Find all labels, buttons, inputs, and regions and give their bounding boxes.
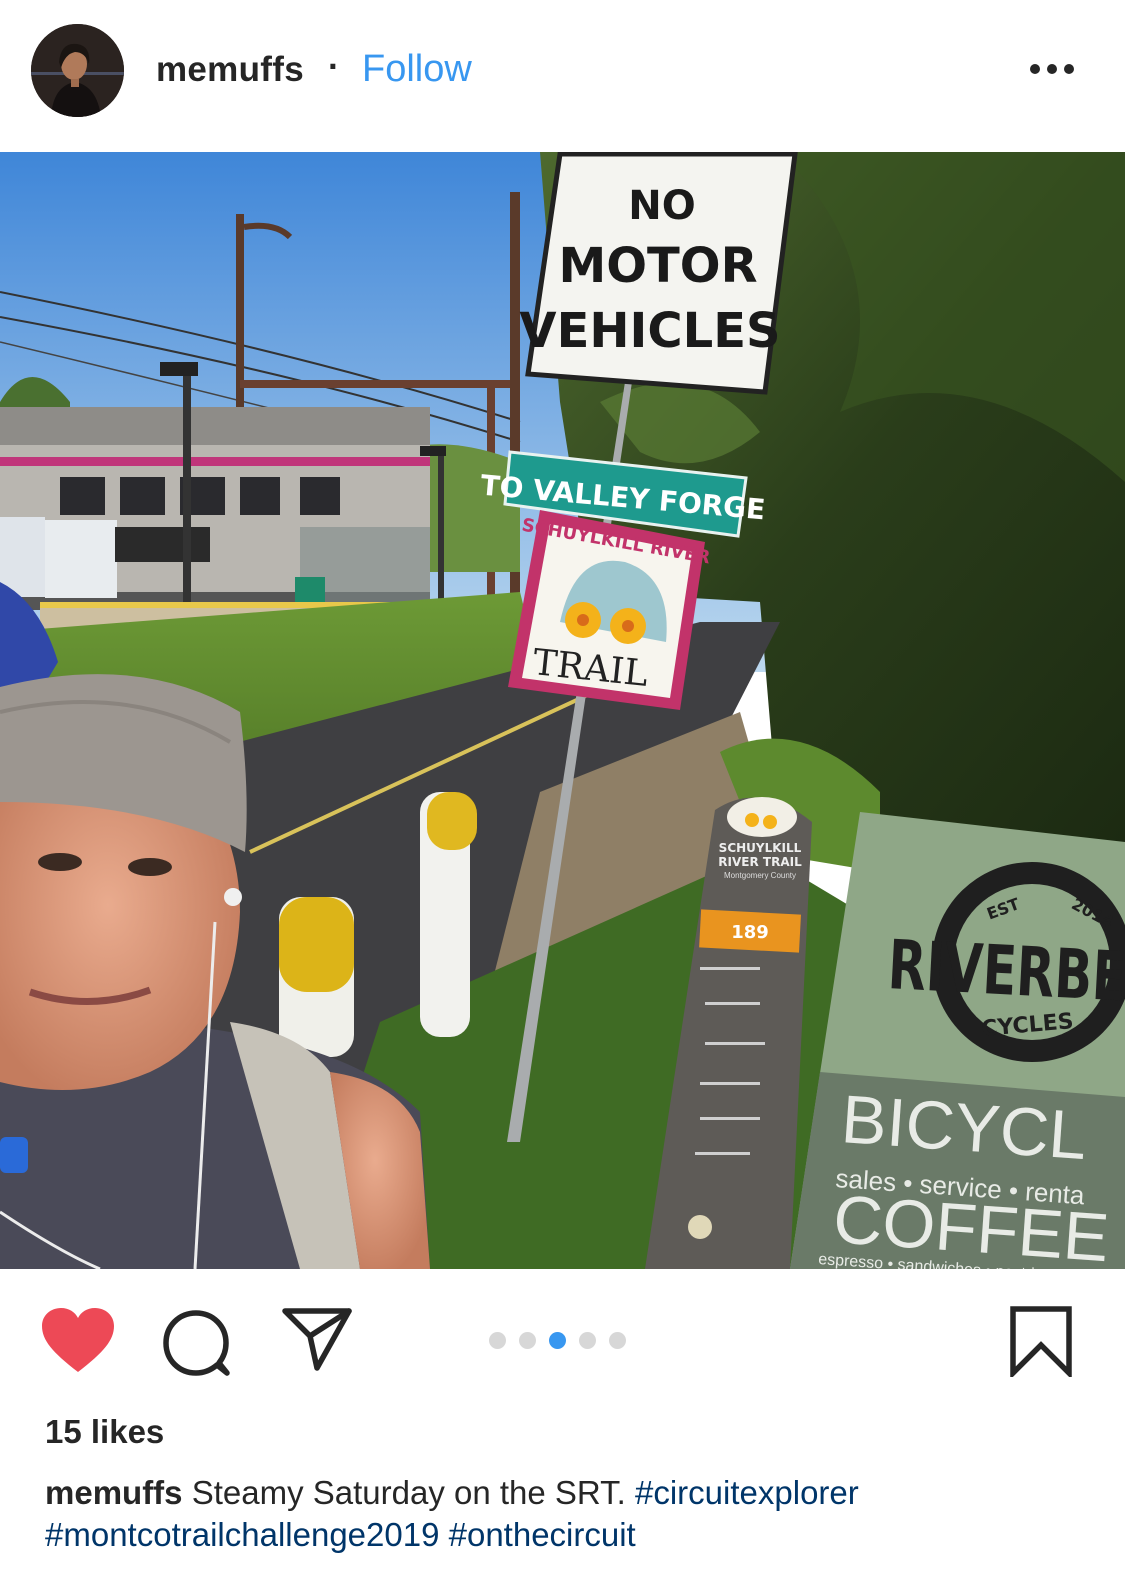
caption-text: Steamy Saturday on the SRT. [191, 1474, 626, 1511]
more-options-icon[interactable] [1028, 60, 1078, 80]
header-separator: · [328, 47, 340, 86]
post-header: memuffs · Follow [0, 0, 1125, 152]
avatar[interactable] [31, 24, 124, 117]
heart-icon[interactable] [40, 1306, 116, 1381]
comment-icon[interactable] [161, 1307, 233, 1384]
marker-title-2: RIVER TRAIL [718, 855, 802, 869]
hashtag-link[interactable]: #circuitexplorer [635, 1474, 859, 1511]
no-motor-vehicles-sign: NO MOTOR VEHICLES [519, 152, 798, 395]
bookmark-icon[interactable] [1008, 1305, 1074, 1382]
header-username[interactable]: memuffs [156, 50, 304, 90]
likes-count[interactable]: 15 likes [45, 1413, 164, 1451]
hashtag-link[interactable]: #onthecircuit [449, 1516, 636, 1553]
trail-scene-photo: NO MOTOR VEHICLES TO VALLEY FORGE SCHUYL… [0, 152, 1125, 1269]
sign-line-1: NO [628, 183, 695, 229]
riverbend-cycles-sign: EST 2014 RIVERBE CYCLES BICYCL sales • s… [790, 812, 1125, 1269]
sign-line-2: MOTOR [558, 238, 757, 294]
post-caption: memuffs Steamy Saturday on the SRT. #cir… [45, 1472, 1085, 1556]
shop-name: RIVERBE [886, 926, 1125, 1017]
sign-line-3: VEHICLES [519, 303, 780, 359]
share-icon[interactable] [281, 1306, 353, 1377]
follow-button[interactable]: Follow [362, 48, 472, 91]
marker-subtitle: Montgomery County [724, 871, 796, 880]
marker-number: 189 [731, 922, 769, 943]
marker-title-1: SCHUYLKILL [719, 841, 802, 855]
caption-username[interactable]: memuffs [45, 1474, 183, 1511]
action-bar [0, 1269, 1125, 1409]
hashtag-link[interactable]: #montcotrailchallenge2019 [45, 1516, 439, 1553]
post-photo[interactable]: NO MOTOR VEHICLES TO VALLEY FORGE SCHUYL… [0, 152, 1125, 1269]
schuylkill-river-trail-sign: SCHUYLKILL RIVER TRAIL [508, 510, 712, 710]
